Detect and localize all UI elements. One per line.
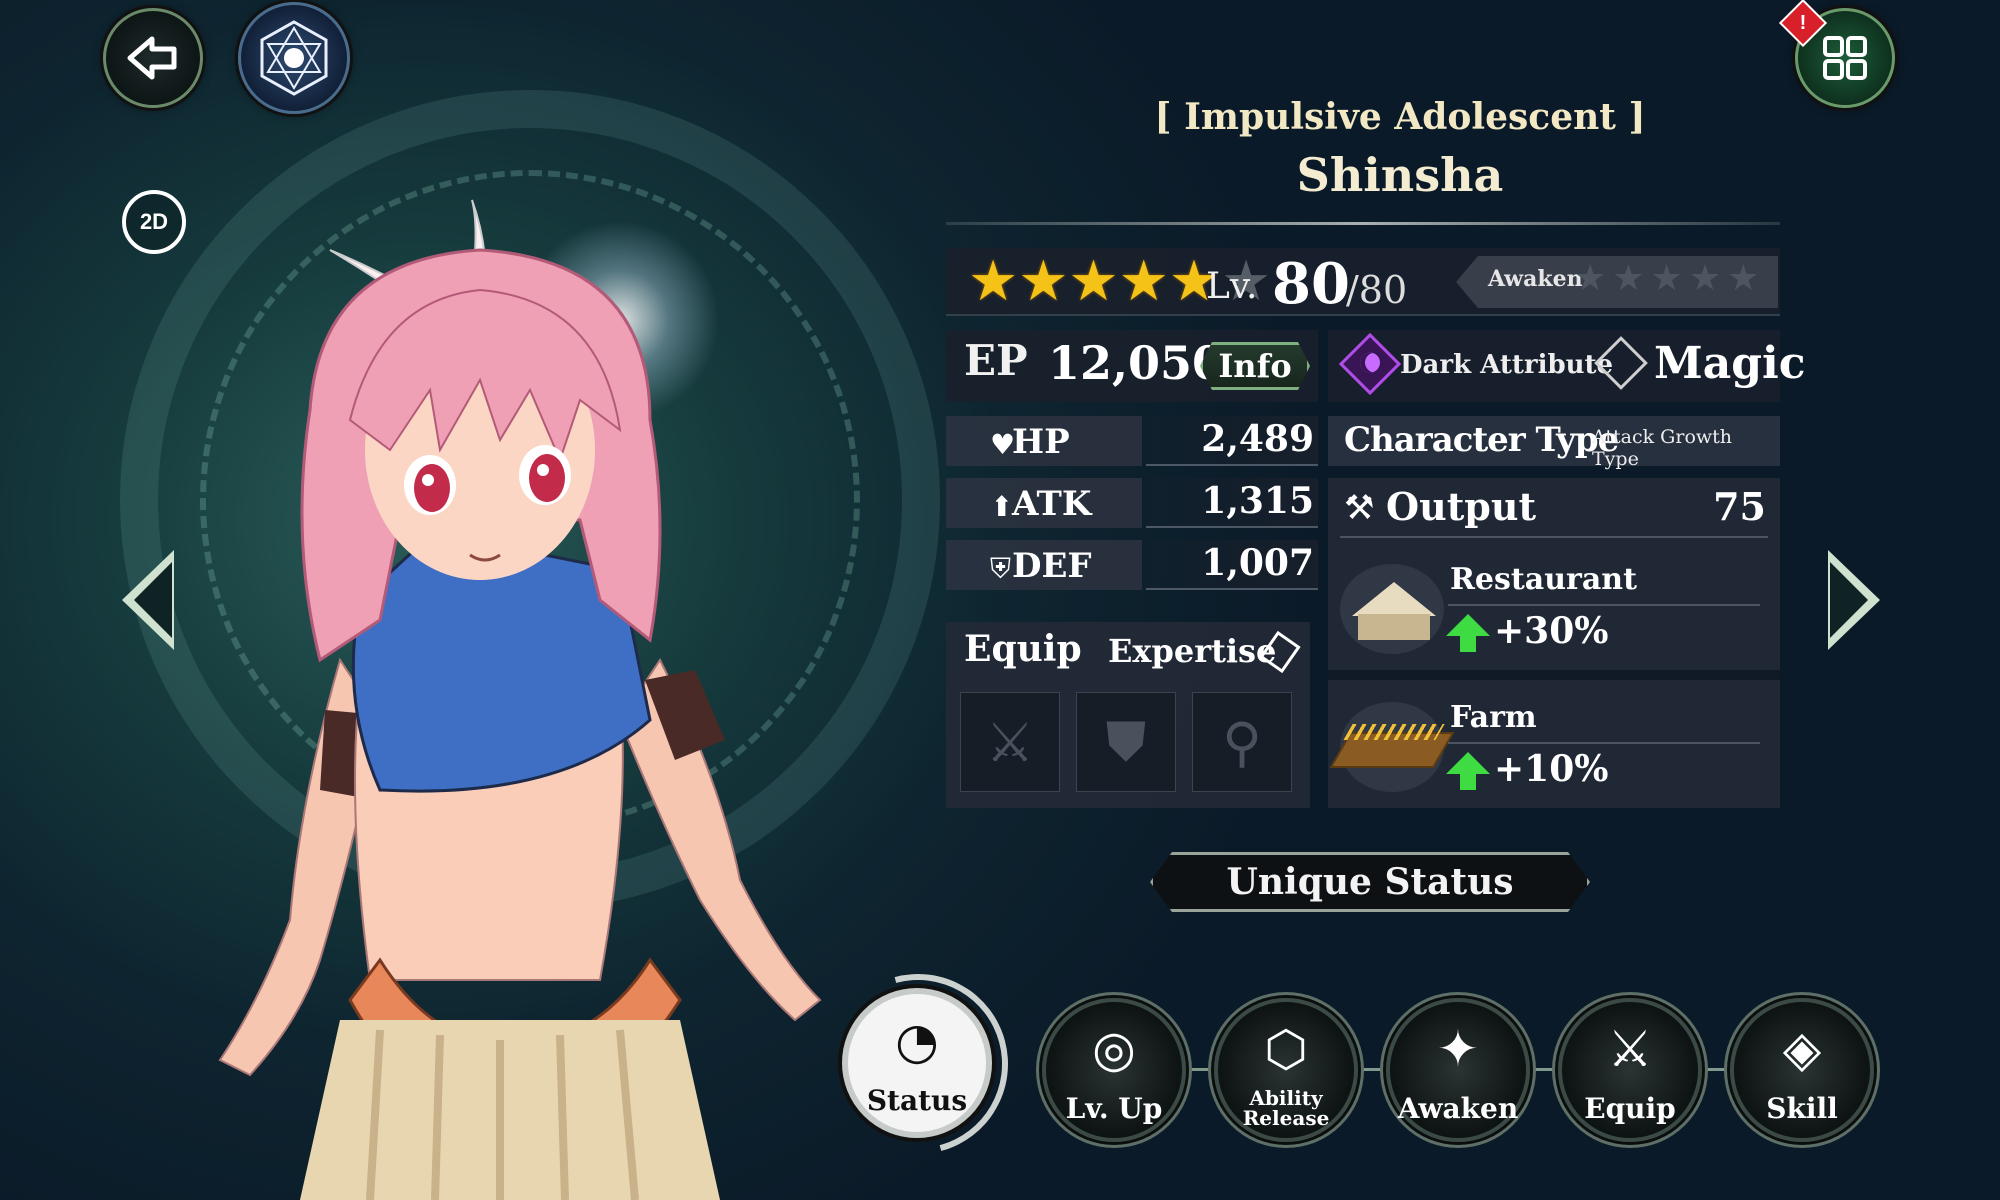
equip-panel: Equip Expertise ⚔ ⛊ ⚲	[946, 622, 1310, 808]
equip-title: Equip	[964, 628, 1082, 670]
nav-skill-button[interactable]: ◈ Skill	[1730, 998, 1874, 1142]
level-label: Lv.	[1206, 266, 1258, 307]
awaken-label: Awaken	[1488, 266, 1583, 292]
stat-label: ATK	[1012, 484, 1092, 524]
equip-icon: ⚔	[1607, 1020, 1653, 1078]
back-button[interactable]	[103, 8, 203, 108]
output-value: 75	[1713, 484, 1766, 529]
output-panel: ⚒ Output 75 Restaurant +30% Farm +10%	[1328, 478, 1780, 808]
nav-label: Status	[866, 1084, 968, 1117]
ep-panel: EP 12,050 Info	[946, 330, 1318, 402]
facility-bonus: +30%	[1494, 610, 1609, 652]
shield-icon: ⛨	[990, 552, 1012, 585]
hexagram-sigil-icon	[260, 20, 328, 96]
nav-label: Skill	[1766, 1092, 1838, 1125]
facility-name: Restaurant	[1450, 562, 1637, 597]
weapon-slot[interactable]: ⚔	[960, 692, 1060, 792]
unique-status-button[interactable]: Unique Status	[1150, 852, 1590, 912]
info-button[interactable]: Info	[1200, 342, 1310, 390]
expertise-label: Expertise	[1108, 632, 1277, 670]
hammer-icon: ⚒	[1344, 488, 1375, 528]
armor-slot[interactable]: ⛊	[1076, 692, 1176, 792]
ep-value: 12,050	[1048, 336, 1225, 390]
stat-row-def: ⛨ DEF 1,007	[946, 540, 1318, 590]
restaurant-icon	[1340, 564, 1444, 654]
facility-farm: Farm +10%	[1328, 690, 1780, 802]
character-type-panel: Character Type Attack Growth Type	[1328, 416, 1780, 470]
nav-ability-release-button[interactable]: ⬡ Ability Release	[1214, 998, 1358, 1142]
rarity-level-row: ★★★★★ ★ Lv. 80 /80 Awaken ★★★★★	[946, 248, 1780, 317]
dark-attribute-icon	[1338, 332, 1402, 396]
awaken-indicator: Awaken ★★★★★	[1456, 256, 1778, 308]
armor-slot-icon: ⛊	[1105, 710, 1147, 773]
skill-diamond-icon: ◈	[1782, 1020, 1822, 1078]
output-label: Output	[1386, 484, 1537, 529]
stat-label: HP	[1012, 422, 1070, 462]
stat-value: 1,315	[1201, 480, 1314, 522]
header-divider	[946, 222, 1780, 225]
grid-icon	[1823, 36, 1867, 80]
attribute-panel: Dark Attribute Magic	[1328, 330, 1806, 402]
character-type-value: Attack Growth Type	[1592, 426, 1733, 470]
nav-label: Equip	[1584, 1092, 1676, 1125]
level-max: /80	[1346, 268, 1408, 312]
character-model[interactable]	[180, 100, 940, 1200]
nav-status-button[interactable]: ◔ Status	[842, 988, 992, 1138]
status-gauge-icon: ◔	[895, 1012, 939, 1070]
back-arrow-icon	[127, 36, 177, 80]
stat-row-hp: ♥ HP 2,489	[946, 416, 1318, 466]
attribute-name: Dark Attribute	[1400, 350, 1614, 380]
nav-equip-button[interactable]: ⚔ Equip	[1558, 998, 1702, 1142]
ability-release-icon: ⬡	[1264, 1020, 1308, 1078]
character-title: [ Impulsive Adolescent ]	[1154, 96, 1646, 138]
awaken-stars: ★★★★★	[1574, 258, 1766, 299]
stat-row-atk: ⬆ ATK 1,315	[946, 478, 1318, 528]
awaken-star-icon: ✦	[1437, 1020, 1479, 1078]
facility-name: Farm	[1450, 700, 1537, 735]
facility-bonus: +10%	[1494, 748, 1609, 790]
magic-sigil-button[interactable]	[238, 2, 350, 114]
ep-label: EP	[964, 336, 1028, 385]
character-name: Shinsha	[1296, 148, 1504, 202]
sword-icon: ⬆	[990, 490, 1014, 523]
magic-class-icon	[1594, 336, 1648, 390]
attack-class: Magic	[1654, 338, 1806, 389]
level-up-icon: ◎	[1092, 1020, 1136, 1078]
weapon-slot-icon: ⚔	[985, 710, 1035, 774]
character-type-label: Character Type	[1344, 420, 1619, 460]
nav-lv-up-button[interactable]: ◎ Lv. Up	[1042, 998, 1186, 1142]
rarity-stars-filled: ★★★★★	[968, 249, 1220, 314]
nav-awaken-button[interactable]: ✦ Awaken	[1386, 998, 1530, 1142]
previous-character-arrow[interactable]	[122, 550, 174, 650]
up-arrow-icon	[1446, 614, 1490, 652]
up-arrow-icon	[1446, 752, 1490, 790]
accessory-slot[interactable]: ⚲	[1192, 692, 1292, 792]
farm-icon	[1329, 702, 1455, 792]
nav-label: Awaken	[1397, 1092, 1519, 1125]
level-value: 80	[1272, 251, 1350, 317]
nav-label: Lv. Up	[1065, 1092, 1163, 1125]
stat-label: DEF	[1012, 546, 1092, 586]
accessory-slot-icon: ⚲	[1222, 710, 1262, 774]
next-character-arrow[interactable]	[1828, 550, 1880, 650]
nav-label: Ability Release	[1242, 1086, 1330, 1130]
facility-restaurant: Restaurant +30%	[1328, 552, 1780, 664]
stat-value: 1,007	[1201, 542, 1314, 584]
stat-value: 2,489	[1201, 418, 1314, 460]
toggle-2d-button[interactable]: 2D	[122, 190, 186, 254]
